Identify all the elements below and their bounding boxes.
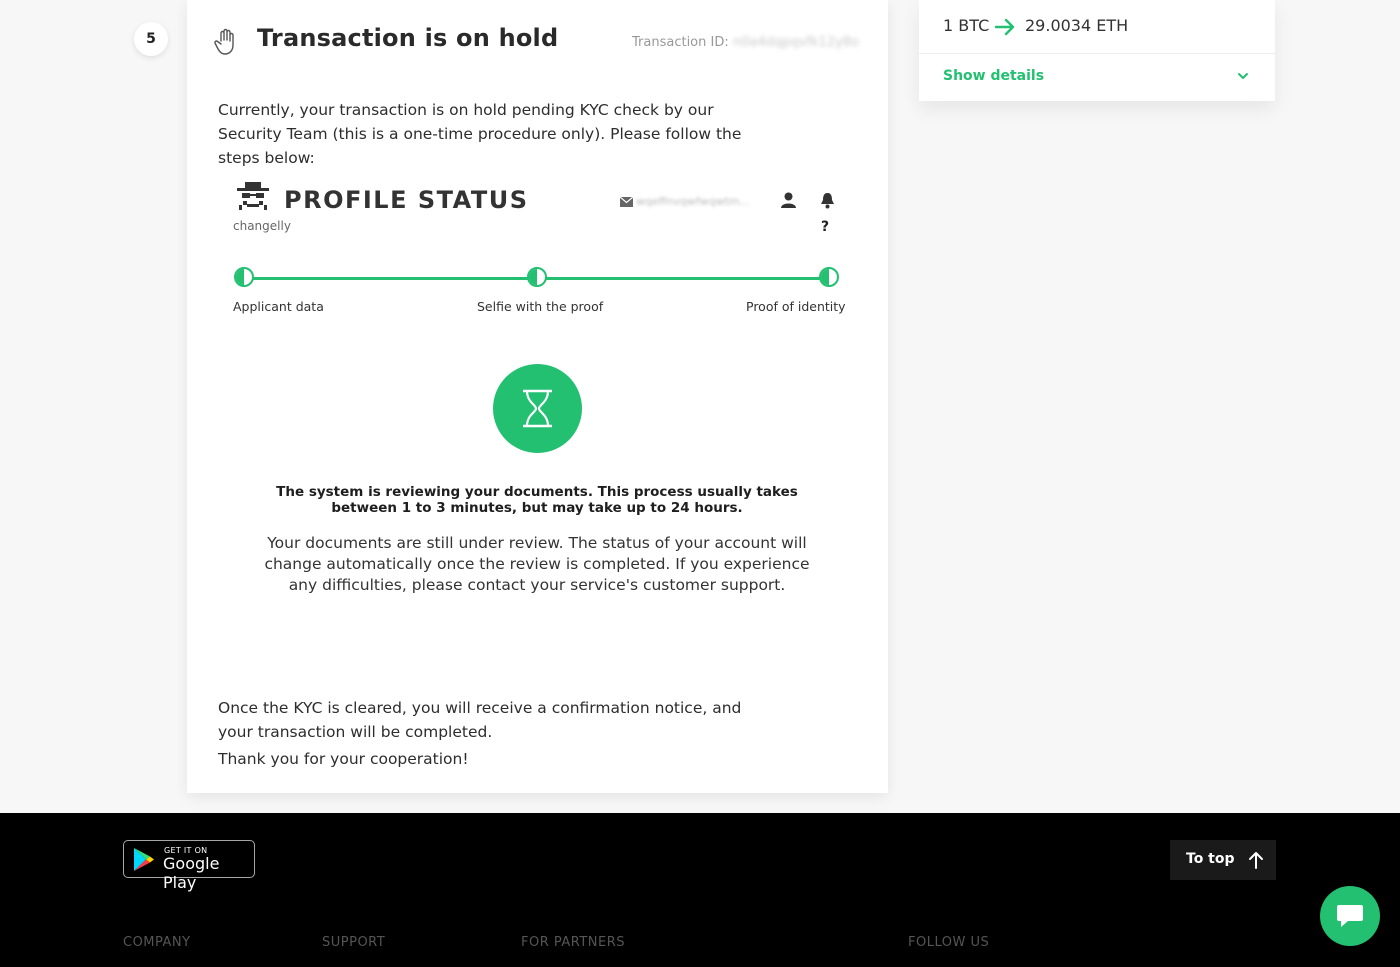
footer-follow-us-link[interactable]: FOLLOW US xyxy=(908,935,989,950)
footer-support-link[interactable]: SUPPORT xyxy=(322,935,385,950)
thanks-text: Thank you for your cooperation! xyxy=(218,750,469,768)
review-notice-text: Your documents are still under review. T… xyxy=(264,534,810,594)
step-label-identity: Proof of identity xyxy=(746,299,846,314)
spy-logo-icon xyxy=(237,182,269,210)
profile-status-brand: changelly xyxy=(233,219,291,233)
outro-text: Once the KYC is cleared, you will receiv… xyxy=(218,699,742,741)
review-notice-bold: The system is reviewing your documents. … xyxy=(276,484,798,516)
profile-status-title: PROFILE STATUS xyxy=(284,186,529,214)
hand-stop-icon xyxy=(214,28,234,55)
arrow-right-icon xyxy=(994,18,1015,36)
to-top-button[interactable]: To top xyxy=(1170,840,1276,880)
progress-node-selfie xyxy=(527,267,547,287)
help-icon[interactable]: ? xyxy=(821,219,829,235)
to-top-label: To top xyxy=(1186,851,1235,867)
divider xyxy=(919,53,1275,54)
transaction-id-label: Transaction ID: xyxy=(632,35,729,50)
google-play-main-text: Google Play xyxy=(163,854,220,892)
step-number-badge: 5 xyxy=(134,22,168,56)
mail-icon xyxy=(620,197,633,207)
hourglass-badge xyxy=(493,364,582,453)
profile-email: wqeffnvqwfwqwtm... xyxy=(636,195,750,208)
progress-node-applicant xyxy=(234,267,254,287)
footer-company-link[interactable]: COMPANY xyxy=(123,935,191,950)
progress-node-identity xyxy=(819,267,839,287)
chat-button[interactable] xyxy=(1320,886,1380,946)
step-label-selfie: Selfie with the proof xyxy=(477,299,604,314)
step-label-applicant: Applicant data xyxy=(233,299,324,314)
footer-partners-link[interactable]: FOR PARTNERS xyxy=(521,935,625,950)
exchange-from-amount: 1 BTC xyxy=(943,16,990,35)
google-play-badge[interactable]: GET IT ON Google Play xyxy=(123,840,255,892)
exchange-to-amount: 29.0034 ETH xyxy=(1025,16,1129,35)
show-details-button[interactable]: Show details xyxy=(943,68,1044,84)
transaction-id-value: n0a4dqpqvfk12y8o xyxy=(733,35,860,50)
bell-icon[interactable] xyxy=(820,192,835,209)
arrow-up-icon xyxy=(1249,852,1263,869)
user-icon[interactable] xyxy=(781,192,796,208)
chevron-down-icon[interactable] xyxy=(1236,71,1250,81)
google-play-icon xyxy=(134,848,154,871)
page-title: Transaction is on hold xyxy=(257,24,559,52)
intro-text: Currently, your transaction is on hold p… xyxy=(218,101,742,167)
hourglass-icon xyxy=(523,389,552,428)
chat-bubble-icon xyxy=(1337,905,1363,927)
